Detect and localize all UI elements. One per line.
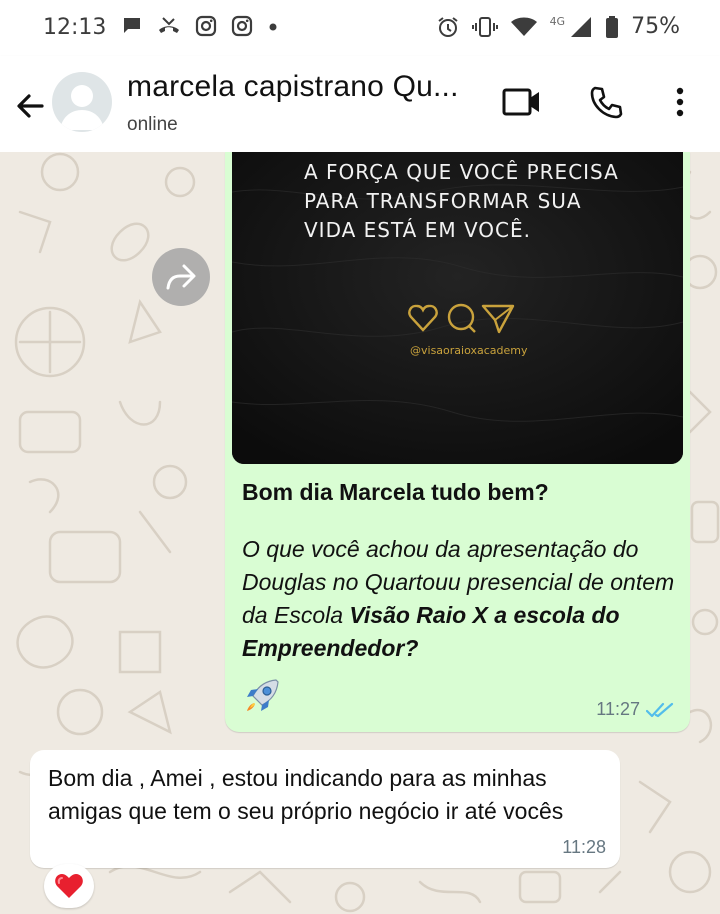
avatar[interactable] bbox=[52, 72, 112, 132]
forward-button[interactable] bbox=[152, 248, 210, 306]
heart-reaction-icon bbox=[55, 874, 83, 898]
contact-status: online bbox=[127, 114, 178, 135]
back-button[interactable] bbox=[12, 88, 48, 124]
voice-call-button[interactable] bbox=[588, 84, 624, 125]
outgoing-time: 11:27 bbox=[596, 699, 640, 719]
missed-call-icon bbox=[156, 14, 182, 38]
alarm-icon bbox=[436, 15, 460, 39]
message-question: O que você achou da apresentação do Doug… bbox=[242, 533, 682, 665]
more-vert-icon bbox=[676, 87, 684, 117]
image-handle-text: @visaoraioxacademy bbox=[410, 344, 528, 357]
dot-icon bbox=[266, 14, 280, 38]
more-options-button[interactable] bbox=[670, 84, 690, 125]
back-arrow-icon bbox=[17, 94, 44, 118]
incoming-time: 11:28 bbox=[562, 837, 606, 857]
rocket-emoji-icon bbox=[247, 679, 279, 711]
status-time: 12:13 bbox=[43, 15, 107, 40]
wifi-icon bbox=[510, 15, 538, 39]
outgoing-message[interactable]: A FORÇA QUE VOCÊ PRECISA PARA TRANSFORMA… bbox=[225, 152, 690, 732]
system-icons: 4G 75% bbox=[436, 14, 680, 39]
vibrate-icon bbox=[471, 15, 498, 39]
message-image[interactable]: A FORÇA QUE VOCÊ PRECISA PARA TRANSFORMA… bbox=[232, 152, 683, 464]
battery-icon bbox=[605, 15, 619, 39]
message-bubble-icon bbox=[120, 14, 144, 38]
double-check-read-icon bbox=[646, 702, 674, 717]
contact-name[interactable]: marcela capistrano Qu... bbox=[127, 70, 459, 104]
message-reaction[interactable] bbox=[44, 864, 94, 908]
video-call-icon bbox=[502, 88, 539, 116]
avatar-placeholder-icon bbox=[60, 85, 104, 130]
notification-icons bbox=[120, 14, 280, 38]
image-quote-text: A FORÇA QUE VOCÊ PRECISA PARA TRANSFORMA… bbox=[304, 160, 619, 242]
forward-icon bbox=[166, 264, 196, 290]
brand-logo-icons bbox=[408, 303, 515, 334]
network-type: 4G bbox=[549, 15, 566, 28]
chat-header: marcela capistrano Qu... online bbox=[0, 56, 720, 152]
chat-area[interactable]: A FORÇA QUE VOCÊ PRECISA PARA TRANSFORMA… bbox=[0, 152, 720, 914]
outgoing-message-text: Bom dia Marcela tudo bem? O que você ach… bbox=[242, 476, 682, 665]
signal-icon bbox=[569, 15, 593, 39]
video-call-button[interactable] bbox=[502, 86, 542, 123]
incoming-message-text: Bom dia , Amei , estou indicando para as… bbox=[48, 765, 564, 824]
instagram-icon bbox=[230, 14, 254, 38]
incoming-message[interactable]: Bom dia , Amei , estou indicando para as… bbox=[30, 750, 620, 868]
battery-percent: 75% bbox=[631, 14, 680, 39]
instagram-icon bbox=[194, 14, 218, 38]
status-bar: 12:13 4G 75% bbox=[0, 0, 720, 56]
outgoing-meta: 11:27 bbox=[596, 699, 674, 720]
phone-call-icon bbox=[590, 86, 623, 119]
message-greeting: Bom dia Marcela tudo bem? bbox=[242, 479, 549, 505]
